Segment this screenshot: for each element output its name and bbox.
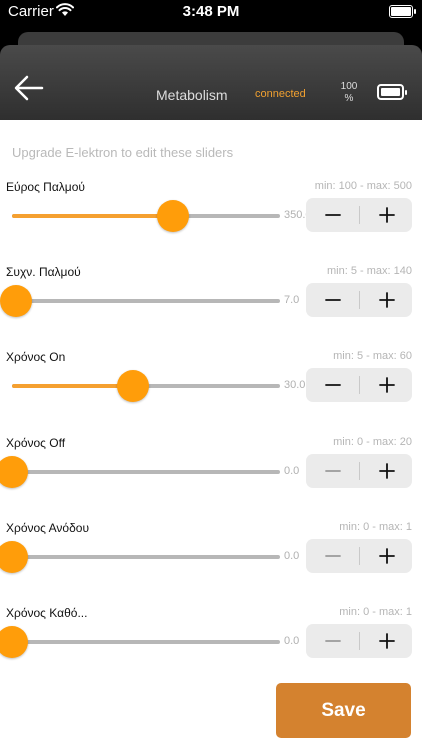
battery-percent-unit: % xyxy=(344,93,354,104)
slider-range: min: 0 - max: 1 xyxy=(339,606,412,618)
slider-row: Χρόνος Off min: 0 - max: 20 0.0 xyxy=(0,436,422,508)
save-button[interactable]: Save xyxy=(276,683,411,738)
slider-track[interactable] xyxy=(0,456,280,488)
minus-icon xyxy=(324,214,341,216)
increment-button[interactable] xyxy=(360,283,413,317)
connection-status: connected xyxy=(255,88,306,100)
increment-button[interactable] xyxy=(360,198,413,232)
slider-label: Χρόνος Καθό... xyxy=(6,606,88,620)
increment-button[interactable] xyxy=(360,624,413,658)
slider-range: min: 0 - max: 20 xyxy=(333,436,412,448)
slider-label: Συχν. Παλμού xyxy=(6,265,81,279)
slider-track[interactable] xyxy=(0,541,280,573)
value-stepper xyxy=(306,539,412,573)
slider-range: min: 0 - max: 1 xyxy=(339,521,412,533)
value-stepper xyxy=(306,198,412,232)
battery-percent-value: 100 xyxy=(340,81,358,92)
value-stepper xyxy=(306,283,412,317)
slider-label: Εύρος Παλμού xyxy=(6,180,85,194)
status-battery-icon xyxy=(389,5,416,18)
slider-thumb[interactable] xyxy=(156,200,189,232)
clock: 3:48 PM xyxy=(182,3,240,20)
battery-percent: 100 % xyxy=(337,81,361,105)
decrement-button[interactable] xyxy=(306,624,359,658)
plus-icon xyxy=(378,633,395,649)
slider-thumb[interactable] xyxy=(0,626,28,658)
value-stepper xyxy=(306,624,412,658)
plus-icon xyxy=(378,207,395,223)
minus-icon xyxy=(324,384,341,386)
slider-row: Εύρος Παλμού min: 100 - max: 500 350.0 xyxy=(0,180,422,252)
increment-button[interactable] xyxy=(360,454,413,488)
decrement-button[interactable] xyxy=(306,198,359,232)
content-panel: Upgrade E-lektron to edit these sliders … xyxy=(0,120,422,750)
slider-range: min: 5 - max: 60 xyxy=(333,350,412,362)
decrement-button[interactable] xyxy=(306,539,359,573)
increment-button[interactable] xyxy=(360,539,413,573)
slider-row: Συχν. Παλμού min: 5 - max: 140 7.0 xyxy=(0,265,422,337)
upgrade-notice: Upgrade E-lektron to edit these sliders xyxy=(12,145,234,160)
slider-thumb[interactable] xyxy=(116,370,149,402)
slider-track[interactable] xyxy=(0,626,280,658)
slider-label: Χρόνος Off xyxy=(6,436,66,450)
plus-icon xyxy=(378,292,395,308)
slider-track[interactable] xyxy=(12,200,280,232)
minus-icon xyxy=(324,470,341,472)
slider-range: min: 100 - max: 500 xyxy=(314,180,412,192)
decrement-button[interactable] xyxy=(306,283,359,317)
decrement-button[interactable] xyxy=(306,454,359,488)
minus-icon xyxy=(324,640,341,642)
minus-icon xyxy=(324,555,341,557)
slider-label: Χρόνος Ανόδου xyxy=(6,521,90,535)
slider-thumb[interactable] xyxy=(0,456,28,488)
back-arrow-icon[interactable] xyxy=(12,73,46,103)
slider-track[interactable] xyxy=(12,370,280,402)
value-stepper xyxy=(306,368,412,402)
device-battery-icon xyxy=(377,84,407,100)
minus-icon xyxy=(324,299,341,301)
increment-button[interactable] xyxy=(360,368,413,402)
slider-row: Χρόνος Καθό... min: 0 - max: 1 0.0 xyxy=(0,606,422,678)
plus-icon xyxy=(378,377,395,393)
plus-icon xyxy=(378,463,395,479)
page-title: Metabolism xyxy=(156,87,228,103)
slider-thumb[interactable] xyxy=(0,285,33,317)
slider-track[interactable] xyxy=(0,285,280,317)
slider-row: Χρόνος On min: 5 - max: 60 30.0 xyxy=(0,350,422,422)
slider-label: Χρόνος On xyxy=(6,350,66,364)
slider-range: min: 5 - max: 140 xyxy=(327,265,412,277)
status-bar: Carrier 3:48 PM xyxy=(0,0,422,24)
plus-icon xyxy=(378,548,395,564)
slider-fill xyxy=(12,384,133,388)
decrement-button[interactable] xyxy=(306,368,359,402)
slider-fill xyxy=(12,214,173,218)
value-stepper xyxy=(306,454,412,488)
slider-row: Χρόνος Ανόδου min: 0 - max: 1 0.0 xyxy=(0,521,422,593)
header: Metabolism connected 100 % xyxy=(0,45,422,120)
slider-thumb[interactable] xyxy=(0,541,28,573)
